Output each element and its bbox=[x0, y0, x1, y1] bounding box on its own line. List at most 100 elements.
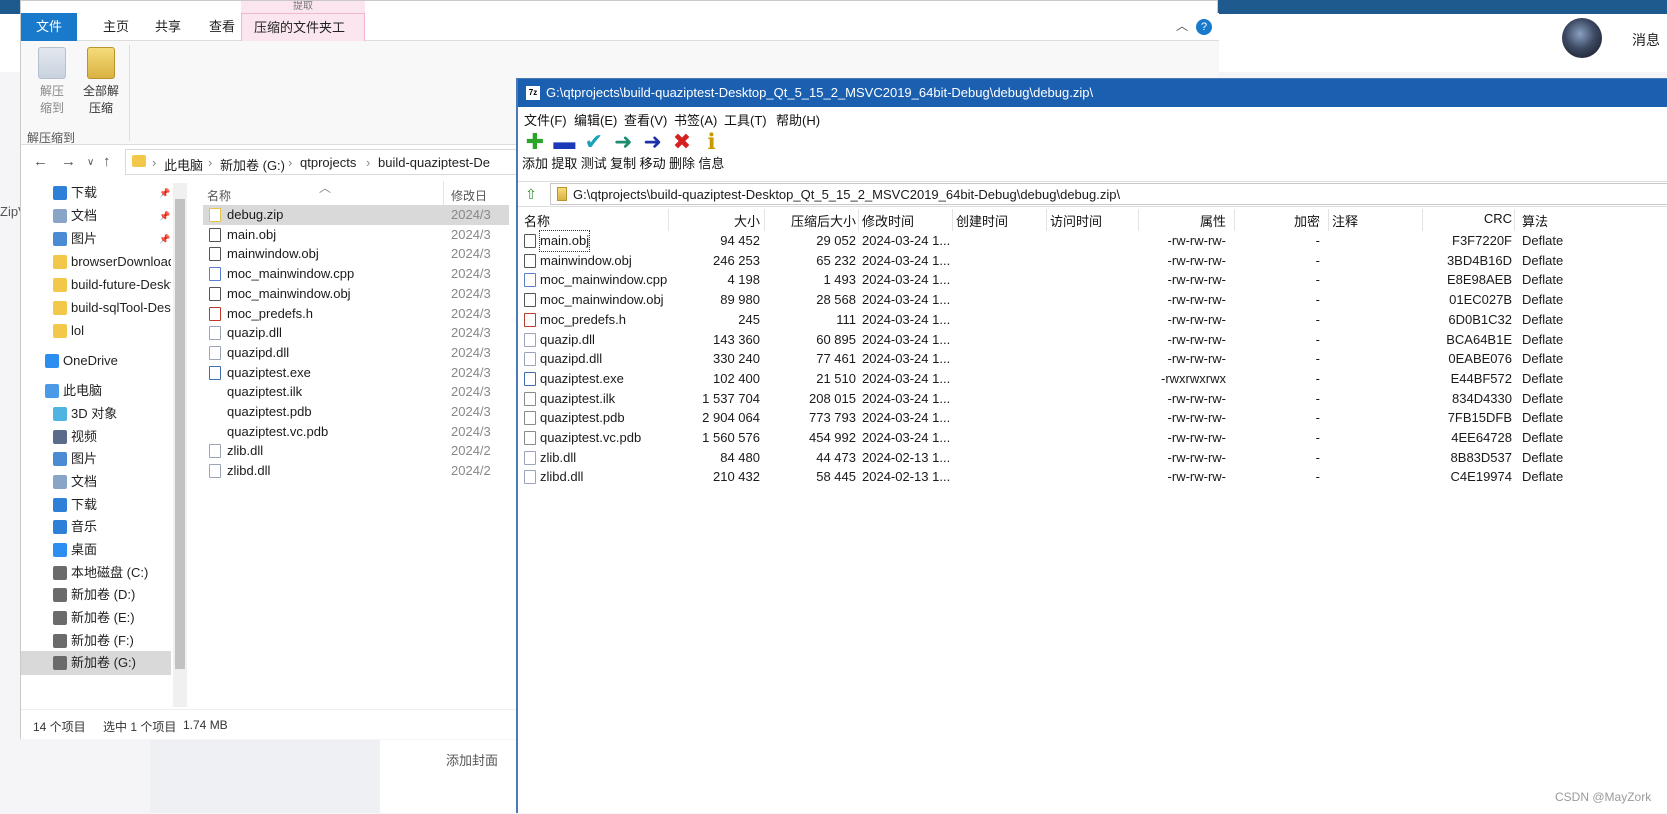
menu-item[interactable]: 编辑(E) bbox=[574, 110, 617, 129]
breadcrumb-item[interactable]: qtprojects bbox=[300, 155, 356, 170]
column-header[interactable]: 注释 bbox=[1332, 211, 1358, 230]
tab-file[interactable]: 文件 bbox=[21, 13, 77, 41]
breadcrumb-item[interactable]: build-quaziptest-De bbox=[378, 155, 490, 170]
table-row[interactable]: quaziptest.vc.pdb 1 560 576 454 992 2024-03… bbox=[518, 428, 1667, 448]
extract-to-button[interactable]: 解压 缩到 bbox=[29, 47, 75, 117]
menu-item[interactable]: 查看(V) bbox=[624, 110, 667, 129]
menu-item[interactable]: 书签(A) bbox=[674, 110, 717, 129]
sidebar-item[interactable]: 图片 bbox=[21, 447, 171, 471]
menu-item[interactable]: 文件(F) bbox=[524, 110, 567, 129]
tab-compressed-folder-tools[interactable]: 压缩的文件夹工具 bbox=[241, 13, 365, 63]
sidebar-item[interactable]: 下载 bbox=[21, 493, 171, 517]
info-button[interactable]: ℹ 信息 bbox=[696, 131, 726, 172]
list-item[interactable]: debug.zip 2024/3 bbox=[203, 205, 509, 225]
sidebar-item[interactable]: build-sqlTool-Desk bbox=[21, 296, 171, 320]
tab-share[interactable]: 共享 bbox=[143, 13, 193, 41]
messages-link[interactable]: 消息 bbox=[1632, 30, 1660, 50]
list-item[interactable]: zlibd.dll 2024/2 bbox=[203, 461, 509, 481]
pin-icon[interactable]: 📌 bbox=[159, 227, 170, 251]
folder-up-icon[interactable]: ⇧ bbox=[522, 186, 540, 204]
table-row[interactable]: main.obj 94 452 29 052 2024-03-24 1... -rw-r… bbox=[518, 230, 1667, 252]
test-button[interactable]: ✔ 测试 bbox=[579, 131, 609, 172]
list-item[interactable]: quaziptest.vc.pdb 2024/3 bbox=[203, 422, 509, 442]
column-header-name[interactable]: 名称 bbox=[207, 187, 231, 204]
scrollbar-thumb[interactable] bbox=[175, 199, 185, 669]
sidebar-item[interactable]: browserDownload bbox=[21, 250, 171, 274]
sidebar-item[interactable]: 视频 bbox=[21, 425, 171, 449]
column-header-modified[interactable]: 修改日 bbox=[451, 187, 487, 204]
column-header[interactable]: 访问时间 bbox=[1050, 211, 1102, 230]
list-item[interactable]: quazip.dll 2024/3 bbox=[203, 323, 509, 343]
back-arrow-icon[interactable]: ← bbox=[33, 153, 48, 170]
table-row[interactable]: quaziptest.exe 102 400 21 510 2024-03-24 1.… bbox=[518, 369, 1667, 389]
sidebar-item[interactable]: 此电脑 bbox=[21, 379, 171, 403]
column-header[interactable]: 加密 bbox=[1240, 211, 1320, 230]
list-item[interactable]: moc_mainwindow.cpp 2024/3 bbox=[203, 264, 509, 284]
extract-all-button[interactable]: 全部解 压缩 bbox=[79, 47, 123, 117]
table-row[interactable]: quaziptest.ilk 1 537 704 208 015 2024-03-24… bbox=[518, 389, 1667, 409]
sidebar-item[interactable]: 新加卷 (G:) bbox=[21, 651, 171, 675]
breadcrumb-item[interactable]: 此电脑 bbox=[164, 155, 203, 174]
add-button[interactable]: ✚ 添加 bbox=[520, 131, 550, 172]
breadcrumb-item[interactable]: 新加卷 (G:) bbox=[220, 155, 285, 174]
list-item[interactable]: quaziptest.pdb 2024/3 bbox=[203, 402, 509, 422]
sidebar-item[interactable]: 新加卷 (F:) bbox=[21, 629, 171, 653]
sidebar-item[interactable]: OneDrive bbox=[21, 349, 171, 373]
column-header[interactable]: 大小 bbox=[680, 211, 760, 230]
column-header[interactable]: 属性 bbox=[1146, 211, 1226, 230]
sidebar-item[interactable]: 音乐 bbox=[21, 515, 171, 539]
list-item[interactable]: mainwindow.obj 2024/3 bbox=[203, 244, 509, 264]
column-header[interactable]: 创建时间 bbox=[956, 211, 1008, 230]
pin-icon[interactable]: 📌 bbox=[159, 204, 170, 228]
chevron-up-icon[interactable]: ︿ bbox=[1176, 17, 1188, 34]
table-row[interactable]: moc_mainwindow.cpp 4 198 1 493 2024-03-24 1… bbox=[518, 270, 1667, 290]
sidebar-item[interactable]: 文档 📌 bbox=[21, 204, 171, 228]
table-row[interactable]: moc_mainwindow.obj 89 980 28 568 2024-03-24… bbox=[518, 290, 1667, 310]
list-item[interactable]: main.obj 2024/3 bbox=[203, 225, 509, 245]
list-item[interactable]: quaziptest.exe 2024/3 bbox=[203, 363, 509, 383]
table-row[interactable]: zlibd.dll 210 432 58 445 2024-02-13 1... -rw… bbox=[518, 467, 1667, 487]
table-row[interactable]: mainwindow.obj 246 253 65 232 2024-03-24 1.… bbox=[518, 251, 1667, 271]
table-row[interactable]: quaziptest.pdb 2 904 064 773 793 2024-03-24… bbox=[518, 408, 1667, 428]
chevron-down-icon[interactable]: ∨ bbox=[87, 157, 94, 168]
forward-arrow-icon[interactable]: → bbox=[61, 153, 76, 170]
sidebar-item[interactable]: 新加卷 (D:) bbox=[21, 583, 171, 607]
sidebar-item[interactable]: 下载 📌 bbox=[21, 181, 171, 205]
copy-button[interactable]: ➜ 复制 bbox=[608, 131, 638, 172]
column-header[interactable]: 名称 bbox=[524, 211, 550, 230]
tab-home[interactable]: 主页 bbox=[91, 13, 141, 41]
table-row[interactable]: zlib.dll 84 480 44 473 2024-02-13 1... -rw-r… bbox=[518, 448, 1667, 468]
table-row[interactable]: moc_predefs.h 245 111 2024-03-24 1... -rw-rw… bbox=[518, 310, 1667, 330]
sidebar-item[interactable]: 新加卷 (E:) bbox=[21, 606, 171, 630]
extract-button[interactable]: ▬ 提取 bbox=[549, 131, 579, 172]
sidebar-item[interactable]: build-future-Deskt bbox=[21, 273, 171, 297]
path-input[interactable]: G:\qtprojects\build-quaziptest-Desktop_Q… bbox=[550, 183, 1667, 205]
sidebar-item[interactable]: 文档 bbox=[21, 470, 171, 494]
sidebar-item[interactable]: 图片 📌 bbox=[21, 227, 171, 251]
menu-item[interactable]: 工具(T) bbox=[724, 110, 767, 129]
sidebar-item[interactable]: 本地磁盘 (C:) bbox=[21, 561, 171, 585]
table-row[interactable]: quazipd.dll 330 240 77 461 2024-03-24 1... -… bbox=[518, 349, 1667, 369]
sidebar-item[interactable]: 3D 对象 bbox=[21, 402, 171, 426]
add-cover-label[interactable]: 添加封面 bbox=[446, 750, 498, 769]
sidebar-item[interactable]: lol bbox=[21, 319, 171, 343]
list-item[interactable]: moc_mainwindow.obj 2024/3 bbox=[203, 284, 509, 304]
menu-item[interactable]: 帮助(H) bbox=[776, 110, 820, 129]
sidebar-item[interactable]: 桌面 bbox=[21, 538, 171, 562]
list-item[interactable]: quazipd.dll 2024/3 bbox=[203, 343, 509, 363]
up-arrow-icon[interactable]: ↑ bbox=[103, 153, 111, 170]
column-header[interactable]: 压缩后大小 bbox=[776, 211, 856, 230]
delete-button[interactable]: ✖ 删除 bbox=[667, 131, 697, 172]
list-item[interactable]: zlib.dll 2024/2 bbox=[203, 441, 509, 461]
avatar[interactable] bbox=[1562, 18, 1602, 58]
column-header[interactable]: 算法 bbox=[1522, 211, 1548, 230]
column-header[interactable]: 修改时间 bbox=[862, 211, 914, 230]
tab-view[interactable]: 查看 bbox=[197, 13, 247, 41]
list-item[interactable]: moc_predefs.h 2024/3 bbox=[203, 304, 509, 324]
column-header[interactable]: CRC bbox=[1432, 211, 1512, 226]
list-item[interactable]: quaziptest.ilk 2024/3 bbox=[203, 382, 509, 402]
help-icon[interactable]: ? bbox=[1196, 19, 1212, 35]
pin-icon[interactable]: 📌 bbox=[159, 181, 170, 205]
table-row[interactable]: quazip.dll 143 360 60 895 2024-03-24 1... -r… bbox=[518, 330, 1667, 350]
move-button[interactable]: ➜ 移动 bbox=[638, 131, 668, 172]
